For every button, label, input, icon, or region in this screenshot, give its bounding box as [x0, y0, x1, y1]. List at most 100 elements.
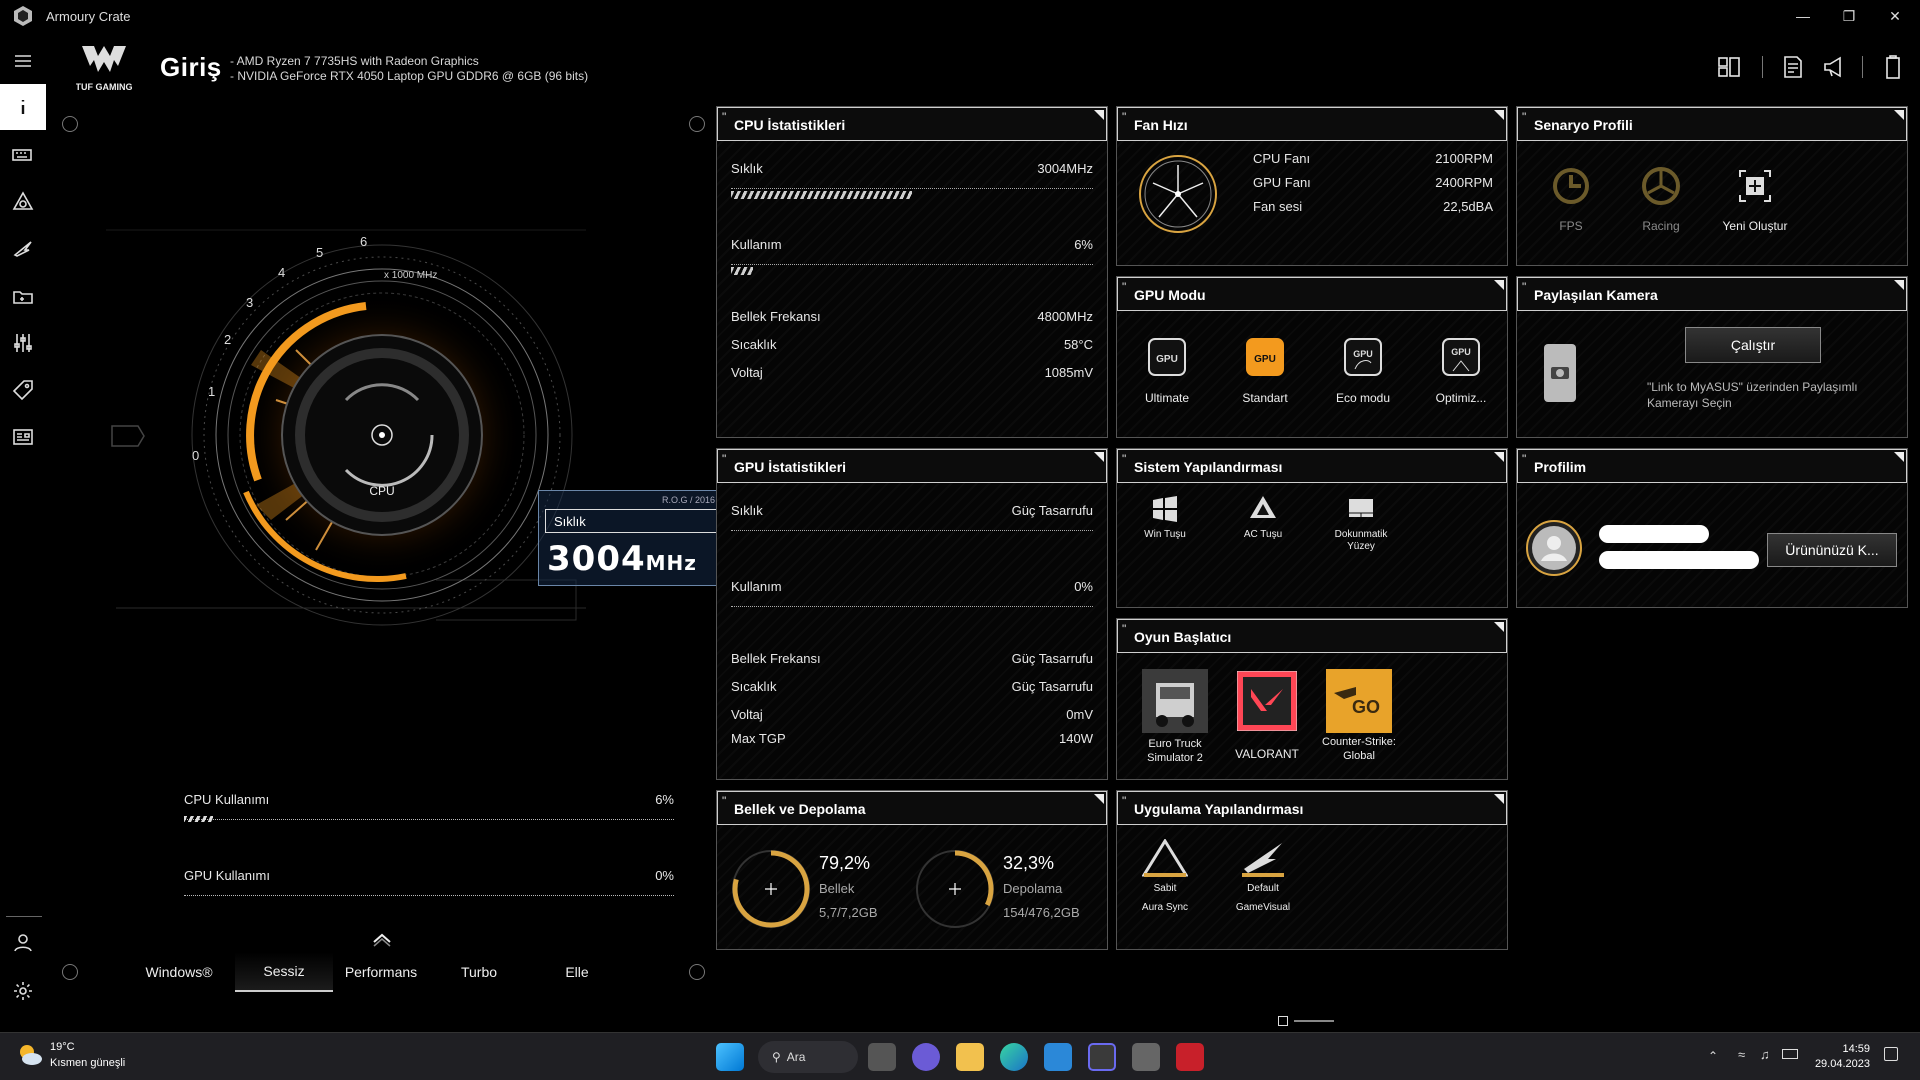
card-header: " Fan Hızı [1117, 107, 1507, 141]
window-title: Armoury Crate [46, 8, 131, 24]
cpu-usage-label: CPU Kullanımı [184, 792, 270, 807]
frequency-bar-track [731, 181, 1093, 189]
news-button[interactable] [1778, 52, 1808, 82]
close-button[interactable]: ✕ [1872, 0, 1918, 32]
gpu-optimized-icon: GPU [1442, 338, 1480, 376]
gpu-usage-label: GPU Kullanımı [184, 868, 270, 883]
nav-user[interactable] [0, 920, 46, 966]
nav-home[interactable] [0, 84, 46, 130]
taskbar-clock[interactable]: 14:59 29.04.2023 [1815, 1042, 1870, 1072]
gpu-mode-card[interactable]: " GPU Modu GPU Ultimate GPU Standart GPU … [1116, 276, 1508, 438]
task-view-icon[interactable] [868, 1043, 896, 1071]
restore-button[interactable]: ❐ [1826, 0, 1872, 32]
myasus-taskbar-icon[interactable] [1176, 1043, 1204, 1071]
redacted-email [1599, 551, 1759, 569]
mode-tab-silent[interactable]: Sessiz [235, 952, 333, 992]
weather-condition: Kısmen güneşli [50, 1057, 126, 1069]
nav-device[interactable] [0, 132, 46, 178]
page-indicator-track [1294, 1020, 1334, 1022]
nav-deals[interactable] [0, 367, 46, 413]
wifi-icon[interactable]: ≈ [1738, 1047, 1745, 1062]
nav-news[interactable] [0, 414, 46, 460]
minimize-button[interactable]: — [1780, 0, 1826, 32]
gpu-mode-standard[interactable]: GPU Standart [1225, 335, 1305, 405]
mode-tab-performance[interactable]: Performans [332, 952, 430, 992]
corner-ornament [62, 116, 78, 132]
nav-aura[interactable] [0, 179, 46, 225]
mail-icon[interactable] [1044, 1043, 1072, 1071]
card-title: Fan Hızı [1134, 117, 1188, 133]
launch-camera-button[interactable]: Çalıştır [1685, 327, 1821, 363]
mode-tab-windows[interactable]: Windows® [130, 952, 228, 992]
scenario-profile-card[interactable]: " Senaryo Profili FPS Racing Yeni Oluştur [1516, 106, 1908, 266]
game-csgo[interactable]: GO Counter-Strike: Global [1317, 669, 1401, 763]
notification-icon[interactable] [1884, 1047, 1898, 1061]
config-touchpad[interactable]: Dokunmatik Yüzey [1329, 493, 1393, 553]
armoury-crate-taskbar-icon[interactable] [1132, 1043, 1160, 1071]
battery-button[interactable] [1878, 52, 1908, 82]
card-header: " Profilim [1517, 449, 1907, 483]
memory-storage-card[interactable]: " Bellek ve Depolama 79,2% Bellek 5,7/7,2… [716, 790, 1108, 950]
avatar[interactable] [1525, 519, 1583, 577]
frequency-bar-fill [731, 191, 912, 199]
header-divider [1762, 56, 1763, 78]
taskbar-search[interactable]: ⚲ Ara [758, 1041, 858, 1073]
register-product-button[interactable]: Ürününüzü K... [1767, 533, 1897, 567]
layout-toggle-button[interactable] [1714, 52, 1744, 82]
scenario-create-new[interactable]: Yeni Oluştur [1717, 165, 1793, 233]
weather-widget[interactable]: 19°C Kısmen güneşli [16, 1041, 125, 1074]
edge-browser-icon[interactable] [1000, 1043, 1028, 1071]
cpu-stats-card[interactable]: " CPU İstatistikleri Sıklık 3004MHz Kullan… [716, 106, 1108, 438]
dial-tick: 2 [224, 332, 231, 347]
game-euro-truck[interactable]: Euro Truck Simulator 2 [1135, 669, 1215, 765]
usage-bar-fill [731, 267, 753, 275]
config-ac-key[interactable]: AC Tuşu [1231, 493, 1295, 540]
disk-percent: 32,3% [1003, 853, 1055, 873]
config-win-key[interactable]: Win Tuşu [1133, 493, 1197, 540]
mode-expand-chevron-icon[interactable] [370, 930, 394, 948]
gpu-mode-optimized[interactable]: GPU Optimiz... [1421, 335, 1501, 405]
gpu-mode-eco[interactable]: GPU Eco modu [1323, 335, 1403, 405]
gpu-chip-icon: GPU [1148, 338, 1186, 376]
start-button[interactable] [716, 1043, 744, 1071]
nav-settings[interactable] [0, 968, 46, 1014]
game-launcher-card[interactable]: " Oyun Başlatıcı Euro Truck Simulator 2 V… [1116, 618, 1508, 780]
menu-button[interactable] [0, 38, 46, 84]
card-header: " Uygulama Yapılandırması [1117, 791, 1507, 825]
volume-icon[interactable]: ♫ [1760, 1047, 1770, 1062]
app-config-card[interactable]: " Uygulama Yapılandırması Sabit Aura Sync… [1116, 790, 1508, 950]
nav-scenario[interactable] [0, 320, 46, 366]
dial-tick: 1 [208, 384, 215, 399]
gpu-usage-track [184, 890, 674, 896]
store-icon[interactable] [1088, 1043, 1116, 1071]
app-gamevisual[interactable]: Default GameVisual [1223, 839, 1303, 913]
nav-game-library[interactable] [0, 273, 46, 319]
scenario-racing[interactable]: Racing [1631, 165, 1691, 233]
svg-text:GPU: GPU [1254, 354, 1276, 365]
game-valorant[interactable]: VALORANT [1229, 671, 1305, 761]
badge-tag: R.O.G / 2016 [661, 495, 715, 505]
disk-detail: 154/476,2GB [1003, 905, 1080, 920]
dial-tick: 5 [316, 245, 323, 260]
app-aura-sync[interactable]: Sabit Aura Sync [1131, 839, 1199, 913]
gpu-mode-ultimate[interactable]: GPU Ultimate [1127, 335, 1207, 405]
mode-tab-manual[interactable]: Elle [528, 952, 626, 992]
my-profile-card[interactable]: " Profilim Ürününüzü K... [1516, 448, 1908, 608]
armoury-key-icon [1250, 496, 1276, 518]
fan-speed-card[interactable]: " Fan Hızı CPU Fanı 2100RPM GPU Fanı 2400RP… [1116, 106, 1508, 266]
system-config-card[interactable]: " Sistem Yapılandırması Win Tuşu AC Tuşu … [1116, 448, 1508, 608]
file-explorer-icon[interactable] [956, 1043, 984, 1071]
card-title: Paylaşılan Kamera [1534, 287, 1658, 303]
teams-chat-icon[interactable] [912, 1043, 940, 1071]
corner-ornament [62, 964, 78, 980]
nav-gamevisual[interactable] [0, 226, 46, 272]
mode-tab-turbo[interactable]: Turbo [430, 952, 528, 992]
tray-chevron-icon[interactable]: ⌃ [1708, 1049, 1718, 1063]
page-indicator-active[interactable] [1278, 1016, 1288, 1026]
announcements-button[interactable] [1820, 52, 1850, 82]
cpu-usage-fill [184, 816, 214, 822]
shared-camera-card[interactable]: " Paylaşılan Kamera Çalıştır "Link to MyA… [1516, 276, 1908, 438]
gpu-stats-card[interactable]: " GPU İstatistikleri Sıklık Güç Tasarrufu … [716, 448, 1108, 780]
battery-tray-icon[interactable] [1782, 1049, 1798, 1059]
scenario-fps[interactable]: FPS [1541, 165, 1601, 233]
